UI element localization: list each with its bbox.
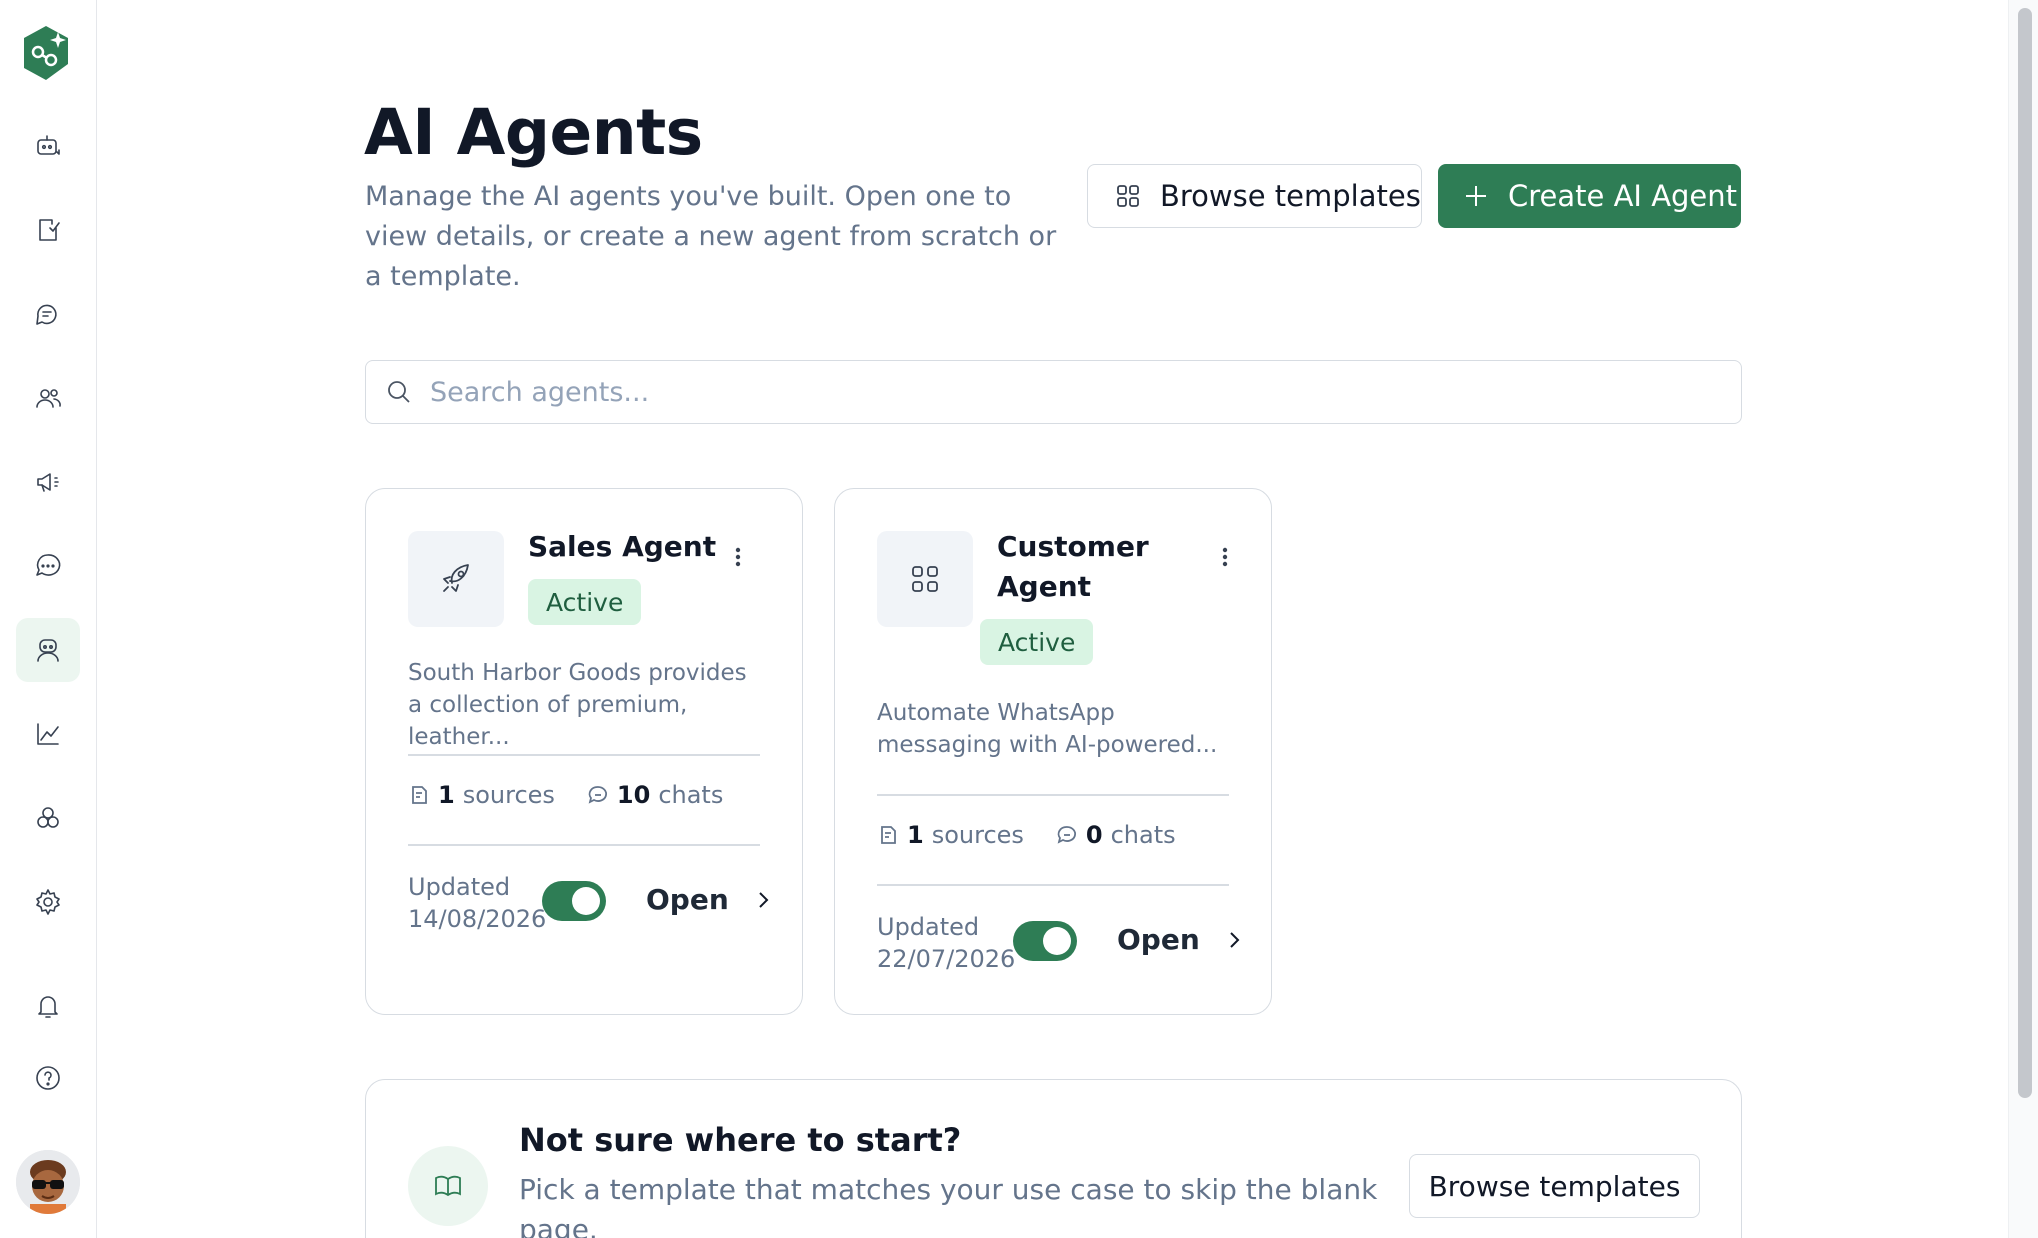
chat-bubble-icon: [588, 786, 607, 804]
sidebar-item-chat[interactable]: [16, 534, 80, 598]
open-label: Open: [1117, 923, 1200, 956]
sidebar-item-ai-agents[interactable]: [16, 618, 80, 682]
agent-avatar: [877, 531, 973, 627]
ai-agents-icon: [37, 639, 59, 662]
sidebar-item-conversations[interactable]: [16, 282, 80, 346]
search-bar: [365, 360, 1742, 424]
sidebar-item-notifications[interactable]: [16, 974, 80, 1038]
updated-label: Updated: [877, 913, 980, 941]
logo-icon[interactable]: [20, 24, 72, 82]
agent-enabled-toggle[interactable]: [542, 881, 606, 921]
open-label: Open: [646, 883, 729, 916]
page-description: Manage the AI agents you've built. Open …: [365, 181, 1057, 292]
agent-stats: 1 sources 0 chats: [877, 821, 1208, 849]
divider: [408, 844, 760, 846]
sidebar-item-help[interactable]: [16, 1046, 80, 1110]
kebab-icon: [1222, 547, 1228, 567]
kebab-icon: [735, 547, 741, 567]
search-icon: [388, 381, 410, 403]
sidebar-item-settings[interactable]: [16, 870, 80, 934]
chats-stat: 0 chats: [1056, 821, 1176, 849]
open-agent-link[interactable]: Open: [1117, 923, 1246, 956]
agent-card[interactable]: Customer Agent Active Automate WhatsApp …: [834, 488, 1272, 1015]
agent-avatar: [408, 531, 504, 627]
sidebar-item-analytics[interactable]: [16, 702, 80, 766]
agent-enabled-toggle[interactable]: [1013, 921, 1077, 961]
sidebar-item-integrations[interactable]: [16, 786, 80, 850]
updated-info: Updated 14/08/2026: [408, 871, 548, 935]
scrollbar-thumb[interactable]: [2018, 8, 2032, 1098]
updated-info: Updated 22/07/2026: [877, 911, 1017, 975]
status-badge: Active: [528, 579, 642, 625]
tasks-icon: [39, 219, 60, 241]
sources-count: 1: [907, 821, 924, 849]
rocket-icon: [443, 564, 469, 592]
chats-count: 0: [1085, 821, 1103, 849]
avatar[interactable]: [16, 1150, 80, 1214]
contacts-icon: [36, 389, 61, 408]
divider: [408, 754, 760, 756]
agent-name: Sales Agent: [528, 530, 717, 563]
sources-label: sources: [931, 821, 1024, 849]
chats-label: chats: [1110, 821, 1176, 849]
browse-templates-label: Browse templates: [1160, 179, 1421, 213]
open-agent-link[interactable]: Open: [646, 883, 775, 916]
divider: [877, 794, 1229, 796]
document-icon: [881, 826, 896, 844]
grid-icon: [1117, 185, 1139, 207]
bot-sparkle-icon: [37, 135, 60, 155]
updated-date: 22/07/2026: [877, 945, 1016, 973]
sidebar-item-bot[interactable]: [16, 114, 80, 178]
create-ai-agent-label: Create AI Agent: [1508, 179, 1738, 213]
chat-bubble-icon: [1057, 826, 1076, 844]
divider: [877, 884, 1229, 886]
conversations-icon: [36, 304, 57, 325]
document-icon: [412, 786, 427, 804]
agent-stats: 1 sources 10 chats: [408, 781, 755, 809]
plus-icon: [1466, 186, 1486, 206]
analytics-icon: [37, 723, 59, 745]
updated-date: 14/08/2026: [408, 905, 547, 933]
grid-icon: [912, 566, 938, 592]
banner-browse-templates-button[interactable]: Browse templates: [1409, 1154, 1700, 1218]
sources-stat: 1 sources: [408, 781, 555, 809]
template-suggestion-banner: Not sure where to start? Pick a template…: [365, 1079, 1742, 1238]
banner-text: Pick a template that matches your use ca…: [519, 1173, 1378, 1238]
integrations-icon: [37, 807, 59, 828]
book-icon: [408, 1146, 488, 1226]
sidebar: [0, 0, 97, 1238]
agent-name: Customer Agent: [997, 530, 1149, 603]
chats-stat: 10 chats: [587, 781, 723, 809]
sidebar-item-tasks[interactable]: [16, 198, 80, 262]
sources-label: sources: [462, 781, 555, 809]
more-options-button[interactable]: [1205, 537, 1245, 577]
agent-description: Automate WhatsApp messaging with AI-powe…: [877, 700, 1218, 758]
notifications-icon: [38, 996, 58, 1018]
chevron-right-icon: [1230, 931, 1240, 948]
agent-description: South Harbor Goods provides a collection…: [408, 660, 747, 750]
browse-templates-button[interactable]: Browse templates: [1087, 164, 1422, 228]
sources-stat: 1 sources: [877, 821, 1024, 849]
search-input[interactable]: [430, 376, 1710, 408]
updated-label: Updated: [408, 873, 511, 901]
status-badge: Active: [980, 619, 1094, 665]
more-options-button[interactable]: [718, 537, 758, 577]
sources-count: 1: [438, 781, 455, 809]
create-ai-agent-button[interactable]: Create AI Agent: [1438, 164, 1741, 228]
chevron-right-icon: [759, 891, 769, 908]
sidebar-item-campaigns[interactable]: [16, 450, 80, 514]
scrollbar[interactable]: [2008, 0, 2038, 1238]
banner-title: Not sure where to start?: [519, 1121, 962, 1159]
agent-card[interactable]: Sales Agent Active South Harbor Goods pr…: [365, 488, 803, 1015]
campaigns-icon: [37, 473, 59, 492]
chats-label: chats: [658, 781, 724, 809]
settings-icon: [36, 889, 60, 915]
page-title: AI Agents: [364, 96, 703, 169]
sidebar-item-contacts[interactable]: [16, 366, 80, 430]
chats-count: 10: [616, 781, 651, 809]
help-icon: [36, 1066, 60, 1090]
chat-icon: [36, 554, 61, 576]
